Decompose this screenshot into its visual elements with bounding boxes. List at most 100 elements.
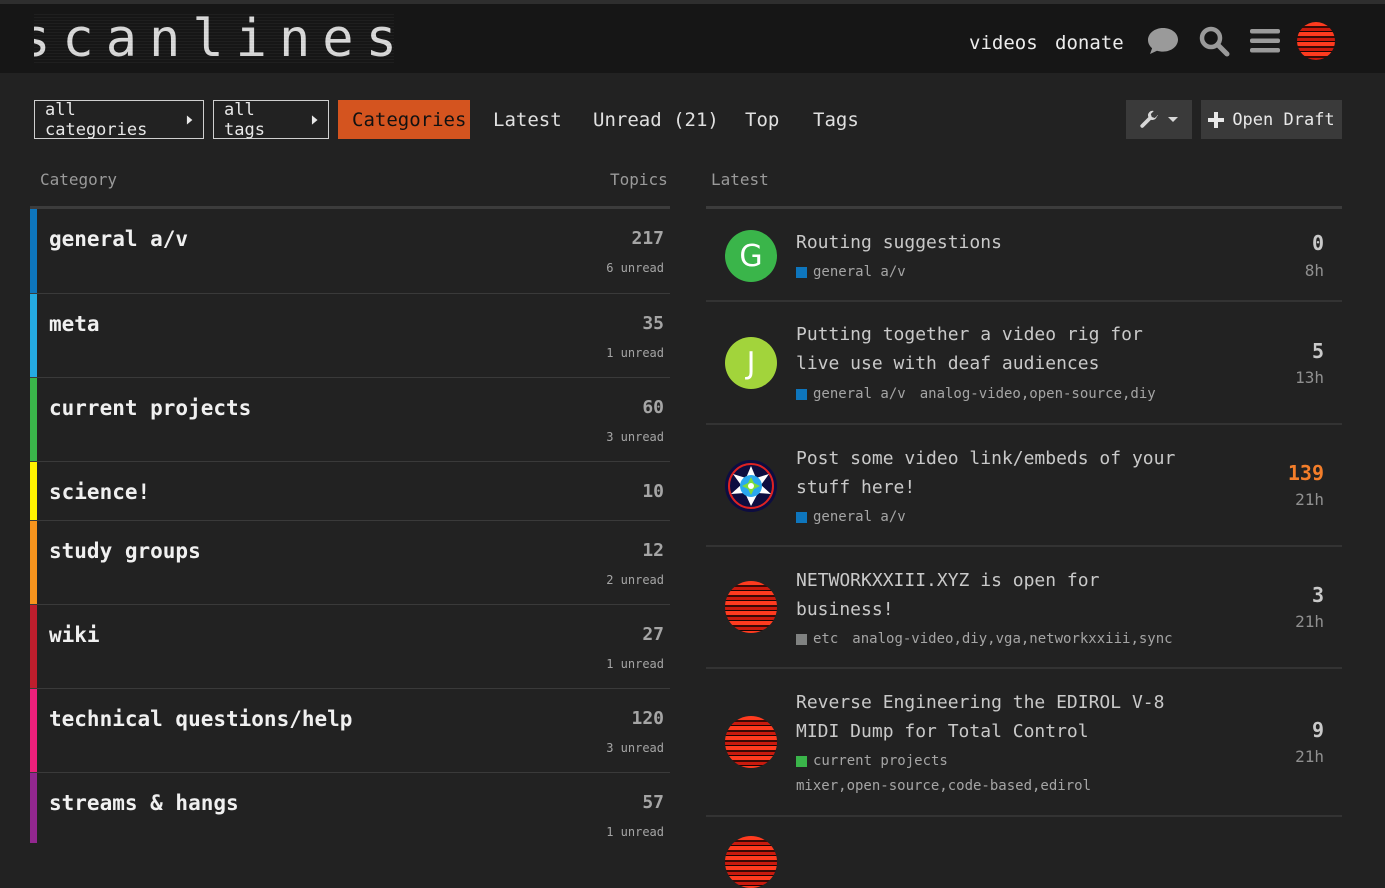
- latest-topic-row[interactable]: NETWORKXXIII.XYZ is open for business! e…: [706, 547, 1342, 669]
- kaleidoscope-avatar-image: [725, 460, 777, 512]
- hamburger-menu-icon[interactable]: [1248, 24, 1282, 58]
- nav-videos-link[interactable]: videos: [969, 32, 1038, 54]
- category-name[interactable]: meta: [49, 312, 100, 336]
- category-color-square: [796, 266, 807, 278]
- topic-title-link[interactable]: Putting together a video rig for live us…: [796, 320, 1196, 378]
- tab-top[interactable]: Top: [731, 100, 793, 139]
- topic-reply-count[interactable]: 139: [1288, 461, 1324, 485]
- topic-poster-avatar[interactable]: [725, 836, 777, 888]
- latest-topic-row[interactable]: J Putting together a video rig for live …: [706, 302, 1342, 425]
- topic-category-name: current projects: [813, 753, 948, 769]
- topic-tags[interactable]: analog-video,open-source,diy: [920, 386, 1156, 402]
- category-column-header[interactable]: Category: [40, 170, 117, 189]
- category-unread-count[interactable]: 1 unread: [606, 346, 664, 360]
- tab-tags[interactable]: Tags: [799, 100, 873, 139]
- topic-last-activity[interactable]: 21h: [1295, 612, 1324, 631]
- topic-category-badge[interactable]: current projects: [796, 753, 948, 769]
- topic-last-activity[interactable]: 21h: [1295, 490, 1324, 509]
- latest-topic-row[interactable]: Reverse Engineering the EDIROL V-8 MIDI …: [706, 669, 1342, 817]
- category-topic-count: 57: [642, 792, 664, 813]
- category-color-square: [796, 511, 807, 523]
- topic-category-badge[interactable]: general a/v analog-video,open-source,diy: [796, 386, 1156, 402]
- category-dropdown[interactable]: all categories: [34, 100, 204, 140]
- category-name[interactable]: general a/v: [49, 227, 188, 251]
- topic-last-activity[interactable]: 8h: [1305, 261, 1324, 280]
- topic-category-badge[interactable]: general a/v: [796, 264, 906, 280]
- open-draft-label: Open Draft: [1232, 109, 1335, 130]
- search-icon[interactable]: [1197, 24, 1231, 58]
- latest-column-header: Latest: [711, 170, 769, 189]
- topic-last-activity[interactable]: 21h: [1295, 747, 1324, 766]
- topic-poster-avatar[interactable]: G: [725, 230, 777, 282]
- topics-column-header[interactable]: Topics: [610, 170, 668, 189]
- category-row[interactable]: general a/v 217 6 unread: [30, 209, 670, 294]
- category-name[interactable]: streams & hangs: [49, 791, 239, 815]
- category-name[interactable]: wiki: [49, 623, 100, 647]
- caret-right-icon: [311, 114, 318, 125]
- topic-reply-count[interactable]: 3: [1312, 583, 1324, 607]
- category-color-bar: [30, 294, 37, 377]
- category-row[interactable]: current projects 60 3 unread: [30, 378, 670, 462]
- category-row[interactable]: streams & hangs 57 1 unread: [30, 773, 670, 843]
- category-unread-count[interactable]: 6 unread: [606, 261, 664, 275]
- topic-category-name: general a/v: [813, 264, 906, 280]
- category-color-bar: [30, 521, 37, 604]
- latest-topic-row[interactable]: G Routing suggestions general a/v 0 8h: [706, 209, 1342, 302]
- category-topic-count: 27: [642, 624, 664, 645]
- topic-title-link[interactable]: Routing suggestions: [796, 228, 1196, 257]
- category-unread-count[interactable]: 1 unread: [606, 657, 664, 671]
- topic-reply-count[interactable]: 9: [1312, 718, 1324, 742]
- tab-unread[interactable]: Unread (21): [579, 100, 733, 139]
- category-row[interactable]: meta 35 1 unread: [30, 294, 670, 378]
- category-name[interactable]: science!: [49, 480, 150, 504]
- category-color-bar: [30, 378, 37, 461]
- category-name[interactable]: current projects: [49, 396, 251, 420]
- tab-latest[interactable]: Latest: [479, 100, 576, 139]
- tab-categories[interactable]: Categories: [338, 100, 470, 139]
- admin-tools-button[interactable]: [1126, 100, 1192, 139]
- latest-topic-row[interactable]: [706, 817, 1342, 888]
- wrench-icon: [1140, 110, 1158, 128]
- tag-dropdown[interactable]: all tags: [213, 100, 329, 140]
- topic-reply-count[interactable]: 5: [1312, 339, 1324, 363]
- site-header: scanlines videos donate: [0, 0, 1385, 73]
- chat-icon[interactable]: [1146, 24, 1180, 58]
- topic-title-link[interactable]: NETWORKXXIII.XYZ is open for business!: [796, 566, 1196, 624]
- topic-poster-avatar[interactable]: [725, 716, 777, 768]
- category-topic-count: 10: [642, 481, 664, 502]
- category-unread-count[interactable]: 3 unread: [606, 741, 664, 755]
- topic-category-badge[interactable]: etc analog-video,diy,vga,networkxxiii,sy…: [796, 631, 1173, 647]
- topic-title-link[interactable]: Post some video link/embeds of your stuf…: [796, 444, 1196, 502]
- topic-category-badge[interactable]: general a/v: [796, 509, 906, 525]
- topic-tags[interactable]: analog-video,diy,vga,networkxxiii,sync: [852, 631, 1172, 647]
- site-logo[interactable]: scanlines: [34, 14, 394, 64]
- category-topic-count: 120: [631, 708, 664, 729]
- topic-reply-count[interactable]: 0: [1312, 231, 1324, 255]
- category-row[interactable]: science! 10: [30, 462, 670, 521]
- nav-donate-link[interactable]: donate: [1055, 32, 1124, 54]
- category-name[interactable]: study groups: [49, 539, 201, 563]
- category-row[interactable]: study groups 12 2 unread: [30, 521, 670, 605]
- category-topic-count: 35: [642, 313, 664, 334]
- category-color-square: [796, 633, 807, 645]
- category-color-bar: [30, 605, 37, 688]
- caret-right-icon: [186, 114, 193, 125]
- topic-title-link[interactable]: Reverse Engineering the EDIROL V-8 MIDI …: [796, 688, 1196, 746]
- open-draft-button[interactable]: Open Draft: [1201, 100, 1342, 139]
- latest-topic-row[interactable]: Post some video link/embeds of your stuf…: [706, 425, 1342, 547]
- topic-poster-avatar[interactable]: [725, 460, 777, 512]
- topic-poster-avatar[interactable]: [725, 581, 777, 633]
- category-row[interactable]: wiki 27 1 unread: [30, 605, 670, 689]
- category-unread-count[interactable]: 3 unread: [606, 430, 664, 444]
- topic-category-name: general a/v: [813, 509, 906, 525]
- category-unread-count[interactable]: 1 unread: [606, 825, 664, 839]
- plus-icon: [1208, 111, 1225, 128]
- category-unread-count[interactable]: 2 unread: [606, 573, 664, 587]
- topic-poster-avatar[interactable]: J: [725, 337, 777, 389]
- category-name[interactable]: technical questions/help: [49, 707, 352, 731]
- topic-tags[interactable]: mixer,open-source,code-based,edirol: [796, 778, 1091, 794]
- topic-category-name: etc: [813, 631, 839, 647]
- user-avatar[interactable]: [1297, 22, 1335, 60]
- topic-last-activity[interactable]: 13h: [1295, 368, 1324, 387]
- category-row[interactable]: technical questions/help 120 3 unread: [30, 689, 670, 773]
